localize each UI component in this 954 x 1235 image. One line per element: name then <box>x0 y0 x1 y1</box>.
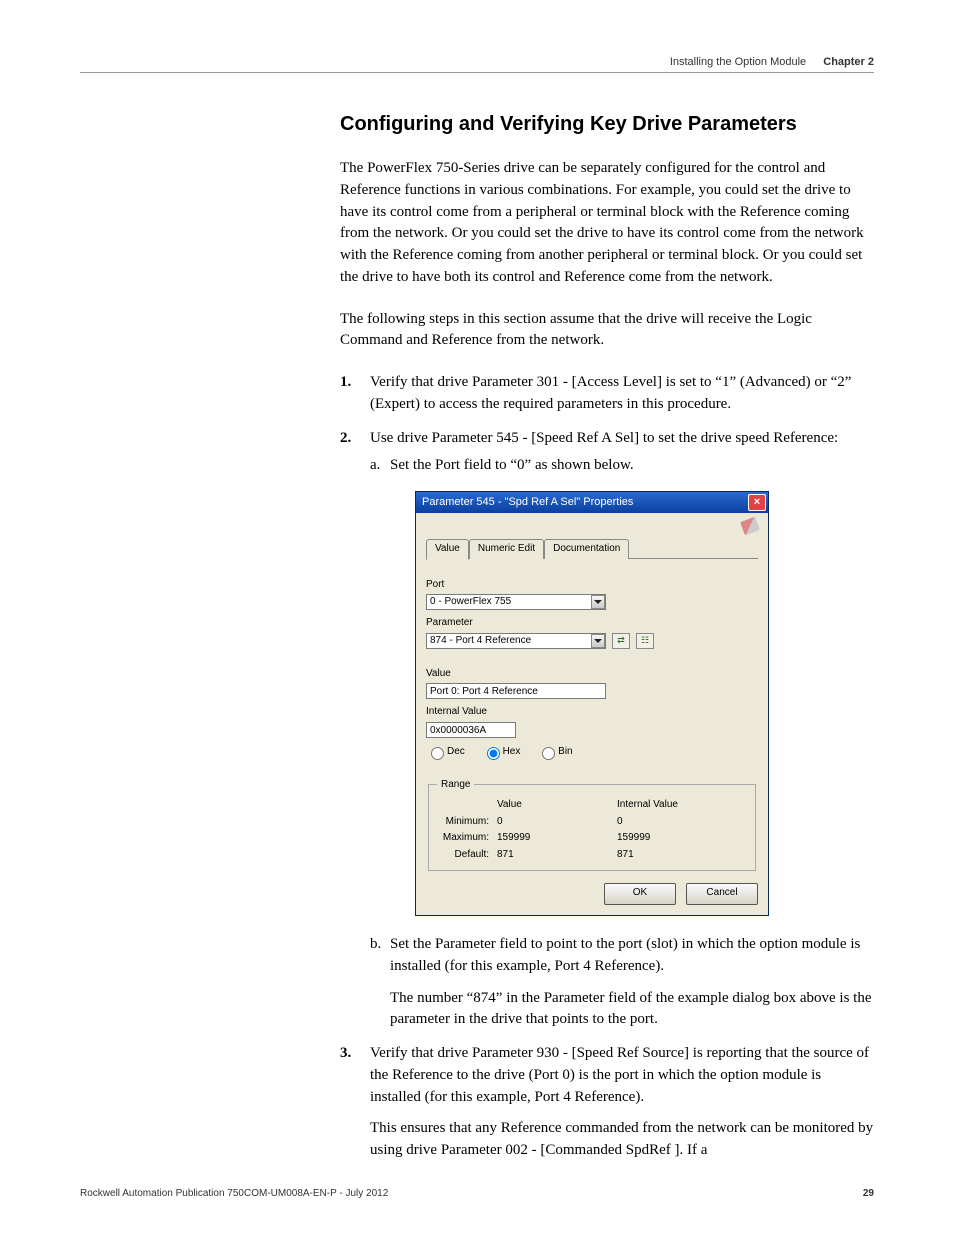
radio-dec[interactable]: Dec <box>426 746 465 757</box>
parameter-label: Parameter <box>426 616 758 631</box>
browse-icon[interactable] <box>636 633 654 649</box>
step-2-text: Use drive Parameter 545 - [Speed Ref A S… <box>370 430 838 446</box>
range-grid: Value Internal Value Minimum: 0 0 Maximu… <box>437 798 747 862</box>
footer-publication: Rockwell Automation Publication 750COM-U… <box>80 1188 388 1199</box>
cancel-button[interactable]: Cancel <box>686 883 758 905</box>
dialog-buttons: OK Cancel <box>426 883 758 905</box>
header-section: Installing the Option Module <box>670 56 806 68</box>
radio-hex-label: Hex <box>503 746 521 757</box>
tabs: Value Numeric Edit Documentation <box>426 539 758 559</box>
section-heading: Configuring and Verifying Key Drive Para… <box>340 113 874 136</box>
ok-button[interactable]: OK <box>604 883 676 905</box>
parameter-select-value: 874 - Port 4 Reference <box>430 633 531 649</box>
range-min-label: Minimum: <box>437 815 497 830</box>
step-2b-letter: b. <box>370 934 381 956</box>
step-2b-text: Set the Parameter field to point to the … <box>390 936 860 974</box>
link-icon[interactable] <box>612 633 630 649</box>
internal-value-textbox[interactable]: 0x0000036A <box>426 722 516 738</box>
intro-paragraph-2: The following steps in this section assu… <box>340 309 874 353</box>
port-select-value: 0 - PowerFlex 755 <box>430 594 511 610</box>
value-group: Value Port 0: Port 4 Reference Internal … <box>426 667 758 760</box>
step-2a-text: Set the Port field to “0” as shown below… <box>390 457 634 473</box>
range-min-value: 0 <box>497 815 617 830</box>
intro-paragraph-1: The PowerFlex 750-Series drive can be se… <box>340 158 874 289</box>
range-def-internal: 871 <box>617 848 717 863</box>
port-label: Port <box>426 578 758 593</box>
range-def-value: 871 <box>497 848 617 863</box>
parameter-select[interactable]: 874 - Port 4 Reference <box>426 633 606 649</box>
page: Installing the Option Module Chapter 2 C… <box>0 0 954 1214</box>
range-def-label: Default: <box>437 848 497 863</box>
step-2b: b. Set the Parameter field to point to t… <box>370 934 874 1031</box>
port-group: Port 0 - PowerFlex 755 Parameter 8 <box>426 578 758 649</box>
content-column: Configuring and Verifying Key Drive Para… <box>340 113 874 1162</box>
step-3-number: 3. <box>340 1043 351 1065</box>
step-2a-letter: a. <box>370 455 380 477</box>
procedure-list: 1. Verify that drive Parameter 301 - [Ac… <box>340 372 874 1162</box>
step-3-note: This ensures that any Reference commande… <box>370 1118 874 1162</box>
range-min-internal: 0 <box>617 815 717 830</box>
tab-numeric-edit[interactable]: Numeric Edit <box>469 539 544 559</box>
range-max-internal: 159999 <box>617 831 717 846</box>
radix-radios: Dec Hex Bin <box>426 744 758 760</box>
range-col-value: Value <box>497 798 617 813</box>
range-fieldset: Range Value Internal Value Minimum: 0 0 … <box>428 778 756 872</box>
step-1-number: 1. <box>340 372 351 394</box>
dialog-titlebar[interactable]: Parameter 545 - "Spd Ref A Sel" Properti… <box>416 492 768 513</box>
radio-bin-label: Bin <box>558 746 572 757</box>
value-textbox[interactable]: Port 0: Port 4 Reference <box>426 683 606 699</box>
step-2-number: 2. <box>340 428 351 450</box>
parameter-properties-dialog: Parameter 545 - "Spd Ref A Sel" Properti… <box>415 491 769 916</box>
step-2a: a. Set the Port field to “0” as shown be… <box>370 455 874 477</box>
eraser-icon[interactable] <box>740 517 760 536</box>
header-chapter: Chapter 2 <box>823 56 874 68</box>
dialog-title: Parameter 545 - "Spd Ref A Sel" Properti… <box>422 495 633 511</box>
tab-documentation[interactable]: Documentation <box>544 539 629 559</box>
chevron-down-icon[interactable] <box>591 595 605 609</box>
toolbar-row <box>426 519 758 539</box>
chevron-down-icon[interactable] <box>591 634 605 648</box>
tab-value[interactable]: Value <box>426 539 469 560</box>
page-header: Installing the Option Module Chapter 2 <box>80 56 874 73</box>
radio-bin[interactable]: Bin <box>537 746 572 757</box>
step-3: 3. Verify that drive Parameter 930 - [Sp… <box>340 1043 874 1162</box>
dialog-body: Value Numeric Edit Documentation Port 0 … <box>416 513 768 915</box>
step-2b-note: The number “874” in the Parameter field … <box>390 988 874 1032</box>
internal-value-label: Internal Value <box>426 705 758 720</box>
step-3-text: Verify that drive Parameter 930 - [Speed… <box>370 1045 869 1105</box>
step-2: 2. Use drive Parameter 545 - [Speed Ref … <box>340 428 874 1032</box>
value-label: Value <box>426 667 758 682</box>
range-max-label: Maximum: <box>437 831 497 846</box>
port-select[interactable]: 0 - PowerFlex 755 <box>426 594 606 610</box>
page-footer: Rockwell Automation Publication 750COM-U… <box>80 1188 874 1199</box>
range-col-internal: Internal Value <box>617 798 717 813</box>
close-icon[interactable]: × <box>748 494 766 511</box>
footer-page-number: 29 <box>863 1188 874 1199</box>
range-legend: Range <box>437 778 474 793</box>
step-1: 1. Verify that drive Parameter 301 - [Ac… <box>340 372 874 416</box>
range-max-value: 159999 <box>497 831 617 846</box>
radio-dec-label: Dec <box>447 746 465 757</box>
step-1-text: Verify that drive Parameter 301 - [Acces… <box>370 374 851 412</box>
radio-hex[interactable]: Hex <box>482 746 521 757</box>
